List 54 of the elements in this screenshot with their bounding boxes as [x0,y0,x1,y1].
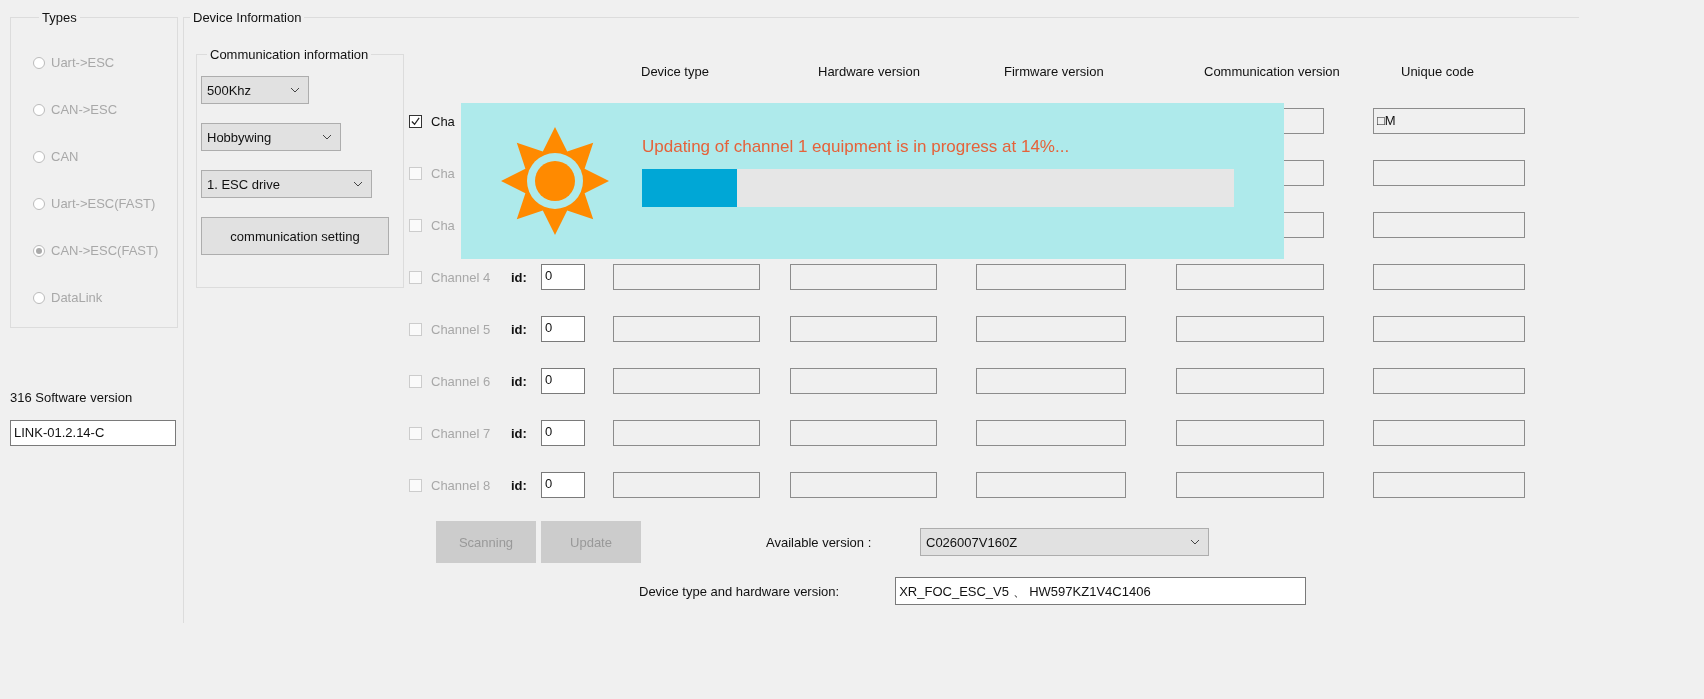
text-field[interactable] [976,264,1126,290]
text-field[interactable] [1373,264,1525,290]
channel-label[interactable]: Cha [431,113,455,129]
text-field[interactable] [1176,472,1324,498]
text-field[interactable] [976,368,1126,394]
channel-checkbox[interactable] [409,114,422,128]
text-field[interactable] [1373,472,1525,498]
text-field[interactable] [790,264,937,290]
id-label: id: [511,477,528,493]
text-field[interactable] [1176,264,1324,290]
software-version-field[interactable]: LINK-01.2.14-C [10,420,176,446]
column-header: Hardware version [817,63,921,79]
text-field[interactable] [1373,420,1525,446]
group-title: Device Information [192,10,303,25]
software-version-label: 316 Software version [10,390,134,405]
column-header: Firmware version [1003,63,1105,79]
caret-icon [1190,539,1200,545]
id-label: id: [511,321,528,337]
text-field[interactable] [976,420,1126,446]
column-header: Unique code [1400,63,1475,79]
caret-icon [290,87,300,93]
text-field[interactable] [1373,160,1525,186]
communication-setting-button[interactable]: communication setting [201,217,389,255]
id-label: id: [511,269,528,285]
text-field[interactable] [1176,316,1324,342]
unique-code-field[interactable]: □M [1373,108,1525,134]
text-field[interactable] [790,420,937,446]
column-header: Communication version [1203,63,1341,79]
text-field[interactable] [1176,368,1324,394]
text-field[interactable] [1373,316,1525,342]
text-field[interactable] [1373,212,1525,238]
device-hardware-field[interactable]: XR_FOC_ESC_V5 、 HW597KZ1V4C1406 [895,577,1307,605]
group-title: Communication information [209,47,370,62]
text-field[interactable] [976,472,1126,498]
dropdown[interactable]: 500Khz [201,76,309,104]
sun-icon [499,125,611,237]
text-field[interactable] [1373,368,1525,394]
available-version-dropdown[interactable]: C026007V160Z [920,528,1209,556]
available-version-label: Available version : [766,534,873,550]
caret-icon [353,181,363,187]
text-field[interactable] [976,316,1126,342]
id-label: id: [511,425,528,441]
dropdown[interactable]: 1. ESC drive [201,170,372,198]
column-header: Device type [640,63,710,79]
caret-icon [322,134,332,140]
group-title: Types [41,10,78,25]
text-field[interactable] [1176,420,1324,446]
id-label: id: [511,373,528,389]
text-field[interactable] [790,368,937,394]
text-field[interactable] [790,316,937,342]
dropdown[interactable]: Hobbywing [201,123,341,151]
text-field[interactable] [790,472,937,498]
progress-message: Updating of channel 1 equipment is in progress at 14%... [642,137,1071,157]
device-hardware-label: Device type and hardware version: [639,583,840,599]
